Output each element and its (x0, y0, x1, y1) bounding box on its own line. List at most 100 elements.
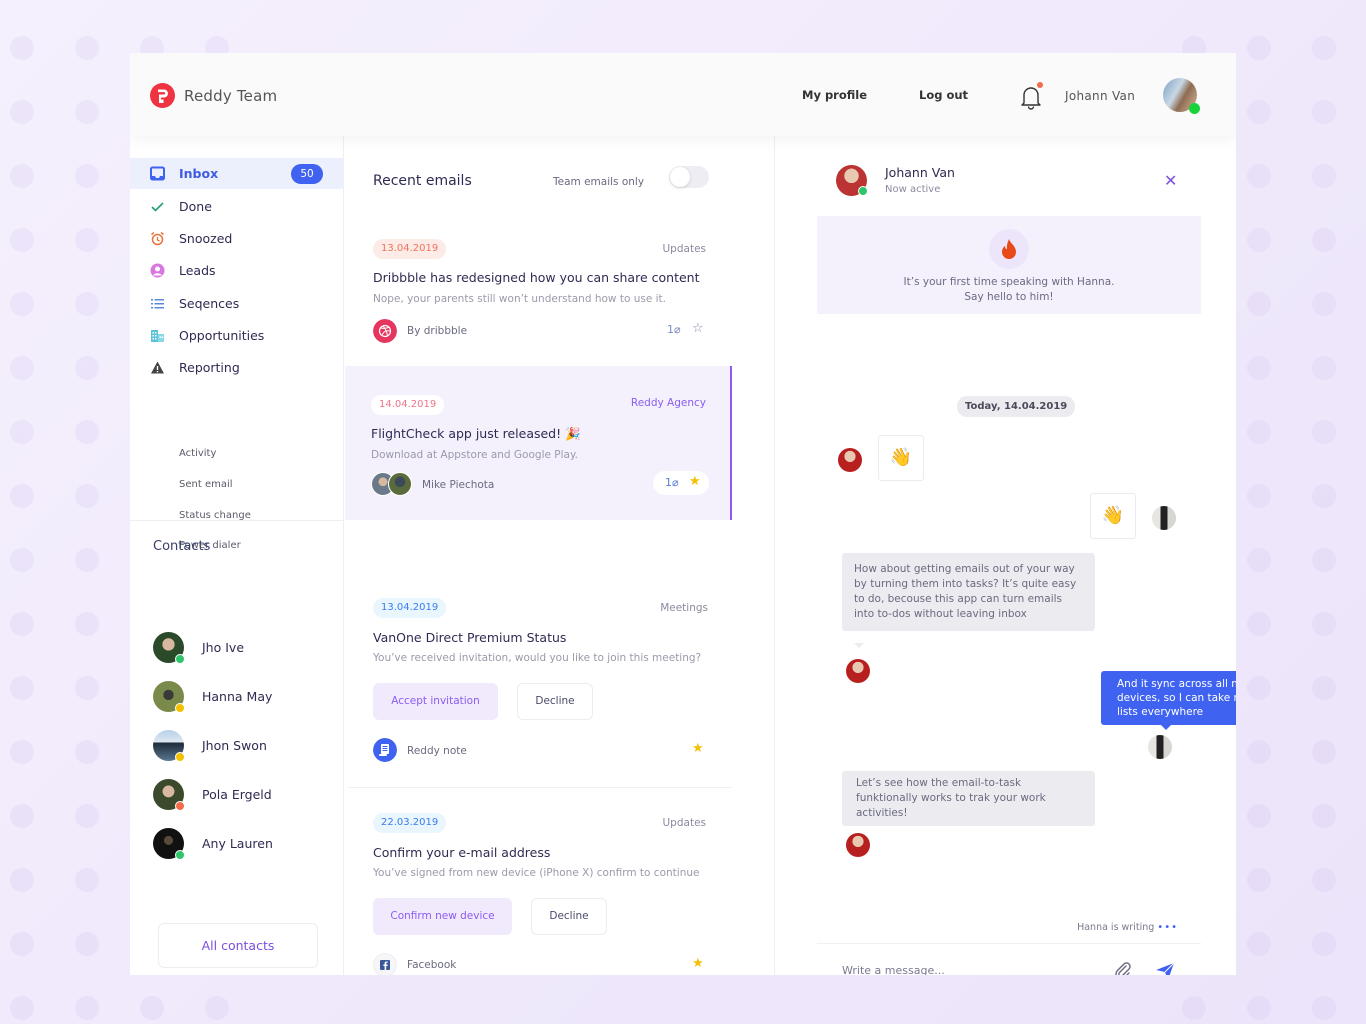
background-dot (75, 356, 99, 380)
background-dot (1312, 100, 1336, 124)
background-dot (75, 932, 99, 956)
sidebar-item-label: Reporting (179, 360, 240, 375)
contact-item[interactable]: Any Lauren (153, 828, 338, 862)
contact-item[interactable]: Jho Ive (153, 632, 338, 666)
sidebar-item-done[interactable]: Done (130, 191, 344, 222)
close-icon[interactable]: ✕ (1164, 171, 1177, 190)
team-emails-toggle[interactable] (669, 166, 709, 188)
log-out-link[interactable]: Log out (919, 88, 968, 102)
sidebar-item-label: Leads (179, 263, 216, 278)
status-dot-busy (175, 801, 185, 811)
sidebar-item-sequences[interactable]: Seqences (130, 288, 344, 319)
background-dot (75, 612, 99, 636)
background-dot (75, 996, 99, 1020)
sidebar-item-reporting[interactable]: Reporting (130, 352, 344, 383)
background-dot (140, 996, 164, 1020)
decline-button[interactable]: Decline (517, 683, 593, 720)
background-dot (10, 676, 34, 700)
reddy-logo-icon[interactable] (150, 83, 175, 108)
status-dot-away (175, 752, 185, 762)
notification-dot (1037, 82, 1043, 88)
message-input[interactable] (842, 958, 1102, 975)
sidebar-subitem-activity[interactable]: Activity (179, 448, 216, 459)
chat-panel: Johann Van Now active ✕ It’s your first … (776, 136, 1236, 975)
decline-button[interactable]: Decline (531, 898, 607, 935)
background-dot (10, 932, 34, 956)
email-source: Reddy note (407, 745, 467, 757)
email-category: Meetings (660, 602, 708, 614)
typing-text: Hanna is writing (1077, 922, 1155, 933)
message-avatar (838, 448, 862, 472)
message-avatar (846, 659, 870, 683)
message-bubble-received: Let’s see how the email-to-task funktion… (842, 771, 1095, 826)
email-subject: FlightCheck app just released! 🎉 (371, 426, 581, 441)
status-dot-online (175, 850, 185, 860)
confirm-device-button[interactable]: Confirm new device (373, 898, 512, 935)
sidebar-divider (130, 520, 344, 521)
sidebar-item-snoozed[interactable]: Snoozed (130, 223, 344, 254)
sidebar-item-opportunities[interactable]: Opportunities (130, 320, 344, 351)
paperclip-icon[interactable] (1112, 960, 1134, 975)
list-icon (151, 299, 164, 309)
background-dot (1312, 420, 1336, 444)
email-subject: Dribbble has redesigned how you can shar… (373, 270, 700, 285)
background-dot (75, 228, 99, 252)
contact-name: Jhon Swon (202, 738, 267, 753)
background-dot (1247, 420, 1271, 444)
background-dot (75, 740, 99, 764)
sidebar-item-label: Opportunities (179, 328, 265, 343)
contact-item[interactable]: Pola Ergeld (153, 779, 338, 813)
warning-triangle-icon (151, 361, 164, 374)
attachment-count-value: 1 (667, 323, 674, 336)
background-dot (1312, 292, 1336, 316)
background-dot (10, 804, 34, 828)
sidebar-item-leads[interactable]: Leads (130, 255, 344, 286)
background-dot (10, 868, 34, 892)
email-item[interactable]: 22.03.2019 Updates Confirm your e-mail a… (345, 788, 732, 975)
send-icon[interactable] (1154, 960, 1176, 975)
header-user-name[interactable]: Johann Van (1065, 89, 1135, 103)
all-contacts-button[interactable]: All contacts (158, 923, 318, 968)
sidebar-item-label: Inbox (179, 166, 219, 181)
background-dot (1247, 868, 1271, 892)
recent-emails-heading: Recent emails (373, 173, 472, 189)
accept-invitation-button[interactable]: Accept invitation (373, 683, 498, 720)
contacts-heading: Contacts (153, 539, 211, 554)
contact-name: Pola Ergeld (202, 787, 272, 802)
attachment-star-pill: 1⌀ ★ (653, 471, 709, 495)
intro-text: It’s your first time speaking with Hanna… (817, 275, 1201, 305)
background-dot (1312, 612, 1336, 636)
background-dot (1312, 228, 1336, 252)
message-bubble-received: How about getting emails out of your way… (842, 553, 1095, 631)
star-filled-icon[interactable]: ★ (689, 474, 701, 489)
background-dot (75, 292, 99, 316)
sidebar-item-label: Seqences (179, 296, 240, 311)
star-outline-icon[interactable]: ☆ (692, 321, 704, 336)
background-dot (1247, 548, 1271, 572)
reddy-note-icon (373, 738, 397, 762)
background-dot (75, 676, 99, 700)
app-window: Reddy Team My profile Log out Johann Van… (130, 53, 1236, 975)
star-filled-icon[interactable]: ★ (692, 956, 704, 971)
attachment-count: 1⌀ (665, 476, 679, 489)
email-item[interactable]: 13.04.2019 Meetings VanOne Direct Premiu… (345, 520, 732, 762)
email-item-selected[interactable]: 14.04.2019 Reddy Agency FlightCheck app … (345, 366, 732, 520)
message-avatar (1152, 506, 1176, 530)
intro-line-1: It’s your first time speaking with Hanna… (903, 276, 1115, 288)
background-dot (10, 996, 34, 1020)
background-dot (10, 420, 34, 444)
email-date: 14.04.2019 (371, 395, 445, 415)
email-subject: Confirm your e-mail address (373, 845, 551, 860)
background-dot (1247, 804, 1271, 828)
sidebar-subitem-sent-email[interactable]: Sent email (179, 479, 233, 490)
star-filled-icon[interactable]: ★ (692, 741, 704, 756)
email-source: Facebook (407, 959, 457, 971)
email-category: Updates (662, 243, 707, 255)
sidebar-item-inbox[interactable]: Inbox 50 (130, 158, 344, 189)
contact-item[interactable]: Hanna May (153, 681, 338, 715)
background-dot (1312, 164, 1336, 188)
email-item[interactable]: 13.04.2019 Updates Dribbble has redesign… (345, 226, 732, 366)
contact-item[interactable]: Jhon Swon (153, 730, 338, 764)
my-profile-link[interactable]: My profile (802, 88, 867, 102)
facebook-icon (373, 953, 397, 975)
